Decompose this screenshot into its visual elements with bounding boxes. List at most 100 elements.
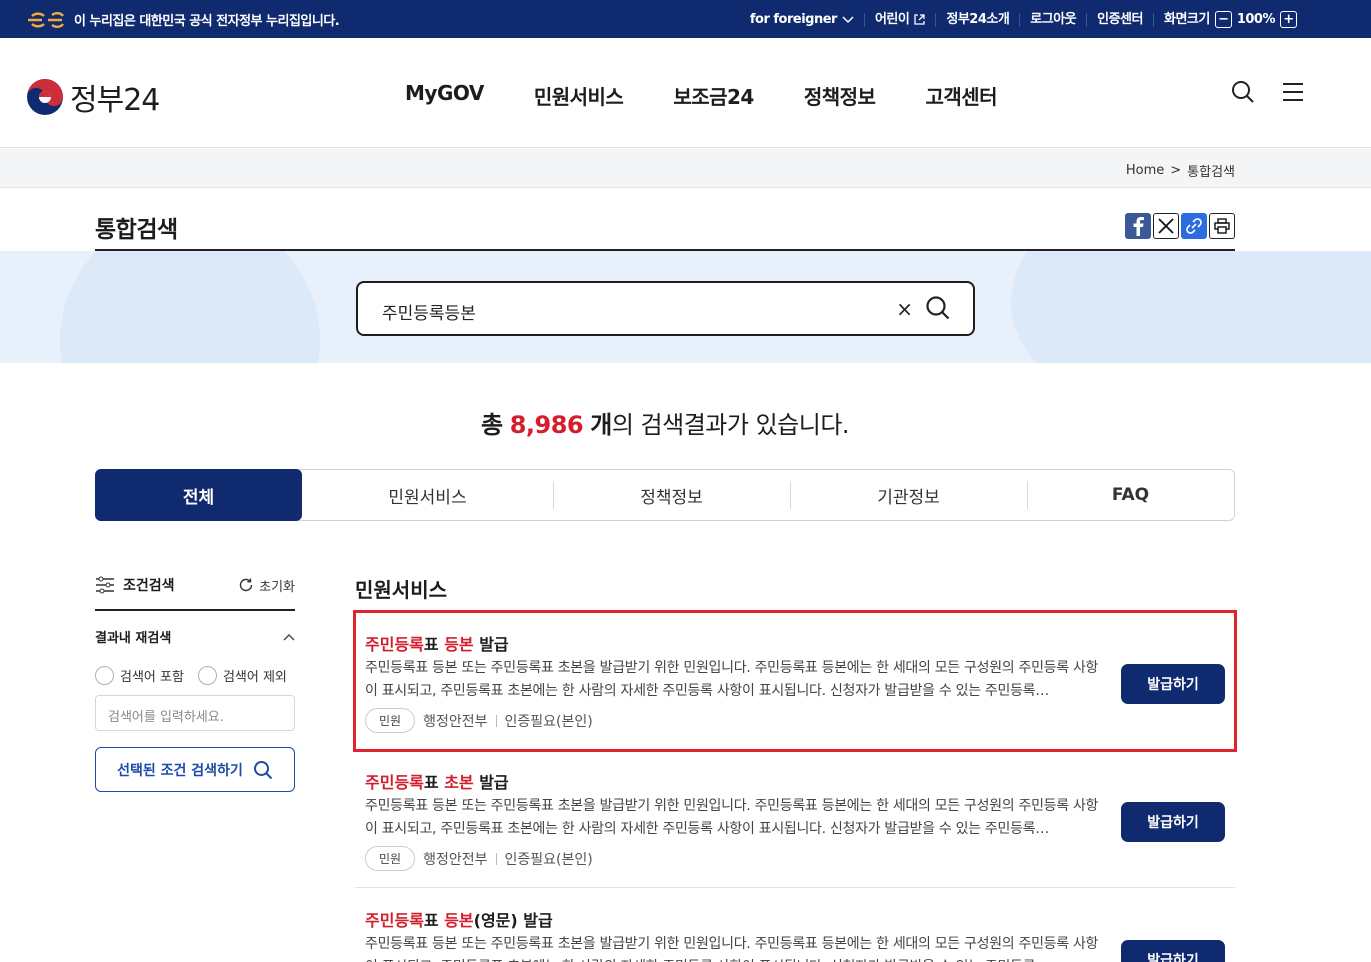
result-description: 주민등록표 등본 또는 주민등록표 초본을 발급받기 위한 민원입니다. 주민등… [365, 660, 1099, 699]
title-text: 표 [423, 911, 445, 930]
facebook-icon[interactable] [1125, 213, 1151, 239]
apply-filter-button[interactable]: 선택된 조건 검색하기 [95, 747, 295, 792]
link-icon[interactable] [1181, 213, 1207, 239]
gov-notice: 이 누리집은 대한민국 공식 전자정부 누리집입니다. [26, 10, 340, 29]
tab-policy-info[interactable]: 정책정보 [553, 469, 790, 521]
e-government-logo-icon [28, 11, 64, 28]
exclude-radio[interactable]: 검색어 제외 [197, 666, 287, 685]
gov-notice-text: 이 누리집은 대한민국 공식 전자정부 누리집입니다. [74, 14, 340, 29]
meta-divider [495, 714, 497, 727]
zoom-out-button[interactable]: − [1214, 11, 1232, 28]
filter-title: 조건검색 [95, 575, 175, 595]
clear-icon[interactable]: × [896, 297, 913, 321]
share-tools [1125, 213, 1235, 239]
decor-circle [1011, 251, 1371, 363]
summary-unit: 개 [590, 411, 612, 439]
agency-name: 행정안전부 [423, 851, 488, 868]
kids-link-label: 어린이 [874, 11, 910, 27]
logout-link[interactable]: 로그아웃 [1020, 11, 1088, 27]
nav-mygov[interactable]: MyGOV [405, 81, 484, 110]
category-chip: 민원 [365, 846, 416, 871]
zoom-in-button[interactable]: + [1280, 11, 1297, 28]
title-highlight: 등본 [444, 911, 474, 930]
title-highlight: 초본 [444, 773, 474, 792]
result-item[interactable]: 주민등록표 초본 발급 주민등록표 등본 또는 주민등록표 초본을 발급받기 위… [355, 750, 1235, 888]
result-title[interactable]: 주민등록표 등본(영문) 발급 [365, 907, 553, 931]
chevron-up-icon [283, 633, 295, 640]
radio-circle [197, 666, 217, 685]
result-title[interactable]: 주민등록표 초본 발급 [365, 769, 509, 793]
about-link-label: 정부24소개 [946, 11, 1010, 27]
breadcrumb-separator: > [1170, 163, 1182, 178]
logout-link-label: 로그아웃 [1030, 11, 1077, 27]
cert-center-link[interactable]: 인증센터 [1087, 11, 1154, 27]
cert-center-link-label: 인증센터 [1097, 11, 1143, 27]
refine-input[interactable]: 검색어를 입력하세요. [95, 695, 295, 731]
nav-customer-center[interactable]: 고객센터 [925, 81, 997, 110]
kids-link[interactable]: 어린이 [865, 11, 937, 27]
include-label: 검색어 포함 [120, 670, 184, 685]
refine-label: 결과내 재검색 [95, 631, 172, 646]
logo-text: 정부24 [70, 83, 160, 118]
zoom-label: 화면크기 [1163, 11, 1210, 27]
result-description: 주민등록표 등본 또는 주민등록표 초본을 발급받기 위한 민원입니다. 주민등… [365, 936, 1099, 962]
search-input[interactable]: 주민등록등본 [382, 299, 476, 324]
apply-filter-label: 선택된 조건 검색하기 [117, 762, 243, 779]
search-icon [253, 760, 273, 779]
tab-all[interactable]: 전체 [95, 469, 302, 521]
issue-button[interactable]: 발급하기 [1121, 940, 1225, 962]
header-actions [1231, 80, 1305, 104]
nav-subsidy24[interactable]: 보조금24 [673, 81, 754, 110]
breadcrumb-home[interactable]: Home [1126, 163, 1164, 178]
category-tabs: 전체 민원서비스 정책정보 기관정보 FAQ [95, 469, 1235, 521]
result-description: 주민등록표 등본 또는 주민등록표 초본을 발급받기 위한 민원입니다. 주민등… [365, 798, 1099, 837]
breadcrumb-bar: Home > 통합검색 [0, 149, 1371, 188]
tab-civil-service[interactable]: 민원서비스 [302, 469, 553, 521]
result-count: 8,986 [509, 411, 584, 439]
print-icon[interactable] [1209, 213, 1235, 239]
x-icon[interactable] [1153, 213, 1179, 239]
site-header: 정부24 MyGOV 민원서비스 보조금24 정책정보 고객센터 [0, 38, 1371, 148]
about-link[interactable]: 정부24소개 [936, 11, 1021, 27]
result-item[interactable]: 주민등록표 등본(영문) 발급 주민등록표 등본 또는 주민등록표 초본을 발급… [355, 888, 1235, 962]
foreigner-link[interactable]: for foreigner [740, 12, 865, 27]
title-highlight: 주민등록 [365, 773, 424, 792]
nav-policy-info[interactable]: 정책정보 [804, 81, 876, 110]
title-highlight: 주민등록 [365, 911, 424, 930]
category-chip: 민원 [365, 708, 416, 733]
reset-button[interactable]: 초기화 [238, 576, 295, 595]
auth-requirement: 인증필요(본인) [504, 851, 593, 868]
search-icon[interactable] [1231, 80, 1255, 104]
chevron-down-icon [842, 15, 854, 23]
tab-org-info[interactable]: 기관정보 [790, 469, 1027, 521]
result-title[interactable]: 주민등록표 등본 발급 [365, 631, 509, 655]
zoom-level: 100% [1236, 11, 1276, 27]
result-meta: 민원 행정안전부 인증필요(본인) [365, 846, 593, 871]
exclude-label: 검색어 제외 [222, 670, 287, 685]
meta-divider [495, 852, 497, 865]
title-text: 표 [423, 773, 445, 792]
nav-civil-service[interactable]: 민원서비스 [534, 81, 624, 110]
breadcrumb: Home > 통합검색 [1126, 161, 1235, 180]
title-highlight: 주민등록 [365, 635, 424, 654]
summary-prefix: 총 [480, 411, 503, 439]
result-item[interactable]: 주민등록표 등본 발급 주민등록표 등본 또는 주민등록표 초본을 발급받기 위… [353, 610, 1237, 752]
hamburger-icon[interactable] [1281, 80, 1305, 104]
refine-header[interactable]: 결과내 재검색 [95, 627, 295, 646]
tab-faq[interactable]: FAQ [1027, 469, 1234, 521]
gov-topbar: 이 누리집은 대한민국 공식 전자정부 누리집입니다. for foreigne… [0, 0, 1371, 38]
issue-button[interactable]: 발급하기 [1121, 802, 1225, 842]
taegeuk-logo-icon [27, 79, 63, 115]
include-radio[interactable]: 검색어 포함 [95, 666, 184, 685]
result-meta: 민원 행정안전부 인증필요(본인) [365, 708, 593, 733]
issue-button[interactable]: 발급하기 [1121, 664, 1225, 704]
title-text: 발급 [473, 635, 509, 654]
site-logo[interactable]: 정부24 [26, 75, 160, 119]
filter-header: 조건검색 초기화 [95, 575, 295, 611]
decor-circle [60, 251, 320, 363]
filter-label: 조건검색 [123, 578, 175, 594]
search-box[interactable]: 주민등록등본 × [356, 281, 975, 336]
search-icon[interactable] [925, 295, 951, 321]
title-text: 표 [423, 635, 445, 654]
zoom-control: 화면크기 − 100% + [1154, 11, 1307, 28]
